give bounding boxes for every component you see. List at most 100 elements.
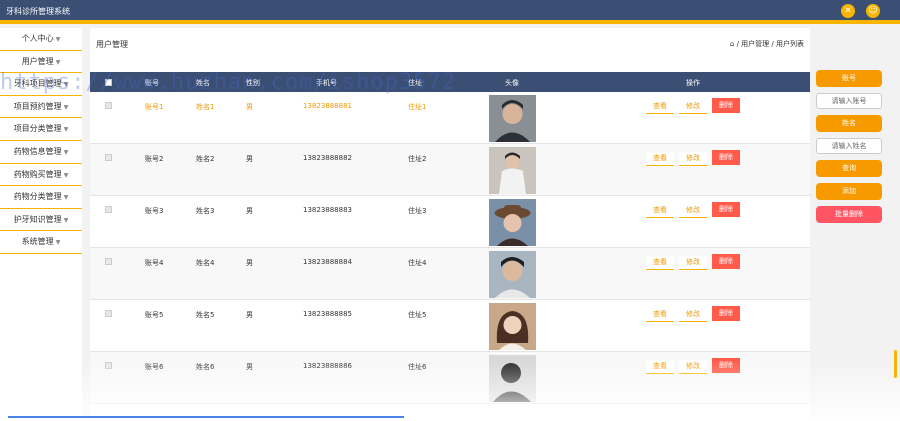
page-title: 用户管理 [96, 40, 128, 49]
col-gender: 性别 [246, 79, 260, 87]
table-row[interactable]: 账号5 姓名5 男 13823888885 住址5 查看 修改 删除 [90, 300, 810, 352]
name-label-button[interactable]: 姓名 [816, 115, 882, 132]
row-checkbox[interactable] [105, 362, 112, 369]
table-row[interactable]: 账号4 姓名4 男 13823888884 住址4 查看 修改 删除 [90, 248, 810, 300]
cell-address: 住址2 [408, 155, 427, 163]
cell-gender: 男 [246, 155, 253, 163]
cell-phone: 13823888882 [303, 154, 352, 162]
cell-account: 账号1 [145, 103, 164, 111]
col-actions: 操作 [686, 79, 700, 87]
chevron-down-icon: ▼ [63, 216, 69, 224]
select-all-checkbox[interactable] [105, 79, 112, 86]
chevron-down-icon: ▼ [63, 103, 69, 111]
cell-account: 账号4 [145, 259, 164, 267]
table-row[interactable]: 账号2 姓名2 男 13823888882 住址2 查看 修改 删除 [90, 144, 810, 196]
cell-gender: 男 [246, 207, 253, 215]
avatar [489, 95, 536, 142]
cell-name: 姓名4 [196, 259, 215, 267]
cell-phone: 13823888883 [303, 206, 352, 214]
avatar [489, 355, 536, 402]
avatar [489, 147, 536, 194]
cell-name: 姓名1 [196, 103, 215, 111]
col-phone: 手机号 [316, 79, 337, 87]
chevron-down-icon: ▼ [63, 194, 69, 202]
delete-button[interactable]: 删除 [712, 358, 740, 373]
cell-gender: 男 [246, 363, 253, 371]
breadcrumb: ⌂ / 用户管理 / 用户列表 [730, 39, 804, 49]
cell-name: 姓名6 [196, 363, 215, 371]
chevron-down-icon: ▼ [55, 58, 61, 66]
chevron-down-icon: ▼ [63, 148, 69, 156]
view-button[interactable]: 查看 [646, 308, 674, 322]
delete-button[interactable]: 删除 [712, 306, 740, 321]
cell-account: 账号3 [145, 207, 164, 215]
account-label-button[interactable]: 账号 [816, 70, 882, 87]
row-checkbox[interactable] [105, 258, 112, 265]
col-avatar: 头像 [505, 79, 519, 87]
cell-phone: 13823888884 [303, 258, 352, 266]
edit-button[interactable]: 修改 [679, 256, 707, 270]
sidebar-item-drug-purchase[interactable]: 药物购买管理 ▼ [0, 164, 82, 187]
cell-phone: 13823888885 [303, 310, 352, 318]
view-button[interactable]: 查看 [646, 360, 674, 374]
sidebar: 个人中心 ▼ 用户管理 ▼ 牙科项目管理 ▼ 项目预约管理 ▼ 项目分类管理 ▼ 药物信息… [0, 28, 82, 421]
breadcrumb-text: / 用户管理 / 用户列表 [736, 40, 804, 48]
sidebar-item-dental-care[interactable]: 护牙知识管理 ▼ [0, 209, 82, 232]
main-content: 用户管理 ⌂ / 用户管理 / 用户列表 账号 姓名 性别 手机号 住址 头像 … [90, 28, 810, 421]
sidebar-item-system[interactable]: 系统管理 ▼ [0, 231, 82, 254]
col-address: 住址 [408, 79, 422, 87]
table-row[interactable]: 账号6 姓名6 男 13823888886 住址6 查看 修改 删除 [90, 352, 810, 404]
delete-button[interactable]: 删除 [712, 150, 740, 165]
row-checkbox[interactable] [105, 206, 112, 213]
table-row[interactable]: 账号1 姓名1 男 13823888881 住址1 查看 修改 删除 [90, 92, 810, 144]
cell-address: 住址3 [408, 207, 427, 215]
sidebar-item-users[interactable]: 用户管理 ▼ [0, 51, 82, 74]
sidebar-item-profile[interactable]: 个人中心 ▼ [0, 28, 82, 51]
view-button[interactable]: 查看 [646, 256, 674, 270]
name-search-input[interactable]: 请输入姓名 [816, 138, 882, 154]
avatar [489, 251, 536, 298]
table-row[interactable]: 账号3 姓名3 男 13823888883 住址3 查看 修改 删除 [90, 196, 810, 248]
batch-delete-button[interactable]: 批量删除 [816, 206, 882, 223]
sidebar-item-drug-info[interactable]: 药物信息管理 ▼ [0, 141, 82, 164]
view-button[interactable]: 查看 [646, 100, 674, 114]
edit-button[interactable]: 修改 [679, 308, 707, 322]
horizontal-scrollbar[interactable] [8, 416, 404, 418]
row-checkbox[interactable] [105, 154, 112, 161]
delete-button[interactable]: 删除 [712, 202, 740, 217]
account-search-input[interactable]: 请输入账号 [816, 93, 882, 109]
add-button[interactable]: 添加 [816, 183, 882, 200]
settings-icon[interactable]: ✕ [841, 4, 855, 18]
sidebar-item-appointments[interactable]: 项目预约管理 ▼ [0, 96, 82, 119]
col-name: 姓名 [196, 79, 210, 87]
cell-account: 账号2 [145, 155, 164, 163]
delete-button[interactable]: 删除 [712, 254, 740, 269]
edit-button[interactable]: 修改 [679, 152, 707, 166]
sidebar-item-drug-categories[interactable]: 药物分类管理 ▼ [0, 186, 82, 209]
chevron-down-icon: ▼ [63, 171, 69, 179]
user-icon[interactable]: ☺ [866, 4, 880, 18]
cell-phone: 13823888886 [303, 362, 352, 370]
top-bar: 牙科诊所管理系统 ✕ ☺ [0, 0, 900, 24]
row-checkbox[interactable] [105, 310, 112, 317]
home-icon[interactable]: ⌂ [730, 40, 734, 48]
delete-button[interactable]: 删除 [712, 98, 740, 113]
cell-name: 姓名2 [196, 155, 215, 163]
chevron-down-icon: ▼ [55, 239, 61, 247]
vertical-scrollbar[interactable] [894, 350, 897, 378]
search-button[interactable]: 查询 [816, 160, 882, 177]
edit-button[interactable]: 修改 [679, 100, 707, 114]
row-checkbox[interactable] [105, 102, 112, 109]
sidebar-item-project-categories[interactable]: 项目分类管理 ▼ [0, 118, 82, 141]
sidebar-item-dental-projects[interactable]: 牙科项目管理 ▼ [0, 73, 82, 96]
cell-name: 姓名3 [196, 207, 215, 215]
chevron-down-icon: ▼ [63, 81, 69, 89]
cell-gender: 男 [246, 259, 253, 267]
cell-phone: 13823888881 [303, 102, 352, 110]
view-button[interactable]: 查看 [646, 152, 674, 166]
cell-address: 住址1 [408, 103, 427, 111]
edit-button[interactable]: 修改 [679, 360, 707, 374]
edit-button[interactable]: 修改 [679, 204, 707, 218]
view-button[interactable]: 查看 [646, 204, 674, 218]
user-table: 账号 姓名 性别 手机号 住址 头像 操作 账号1 姓名1 男 13823888… [90, 72, 810, 404]
